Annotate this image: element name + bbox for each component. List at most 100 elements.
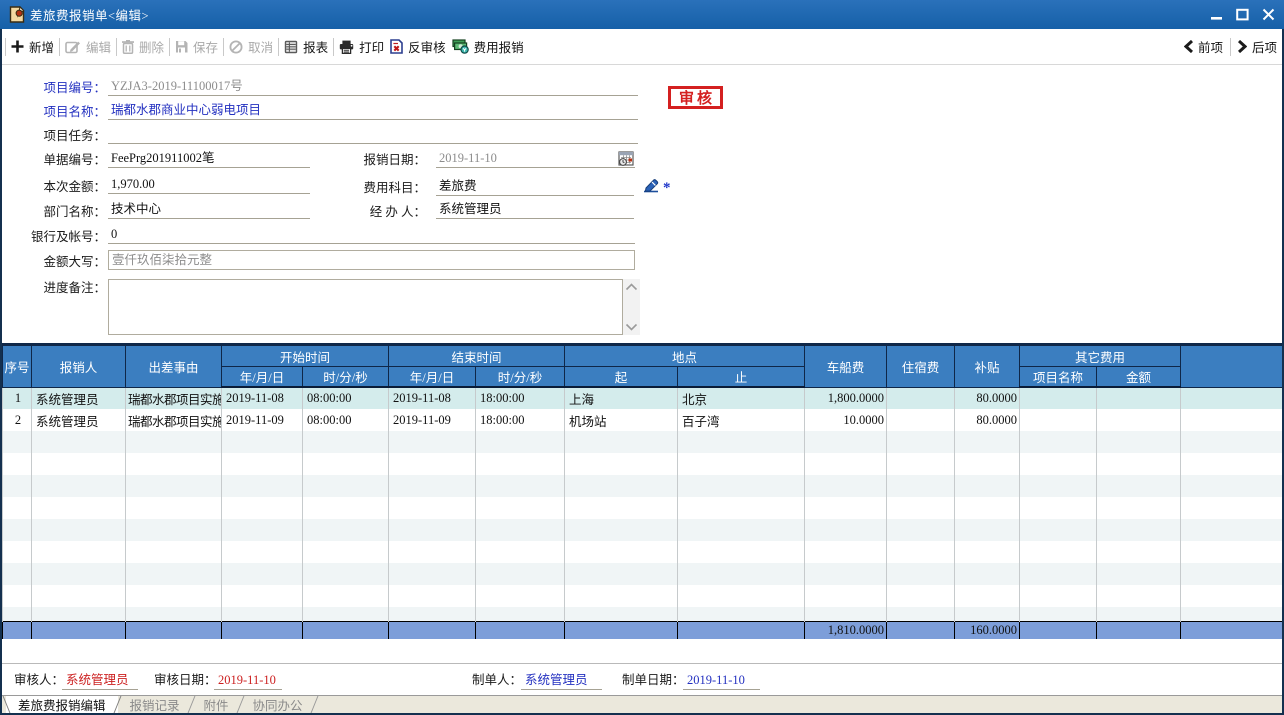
subject-field[interactable]: 差旅费 [436,179,634,196]
scroll-down-icon[interactable] [625,323,638,331]
expense-button[interactable]: 费用报销 [449,34,527,60]
bottom-tab-strip: 差旅费报销编辑 报销记录 附件 协同办公 [0,695,1284,715]
col-reason[interactable]: 出差事由 [126,346,222,388]
tab-collaboration[interactable]: 协同办公 [241,696,315,713]
col-seq[interactable]: 序号 [3,346,32,388]
project-task-field[interactable] [108,127,638,144]
doc-no-field[interactable]: FeePrg201911002笔 [108,151,310,168]
auditor-value: 系统管理员 [62,673,138,690]
col-other-name[interactable]: 项目名称 [1020,367,1097,388]
toolbar-separator [1230,38,1231,56]
project-no-field[interactable]: YZJA3-2019-11100017号 [108,79,638,96]
grid-footer-gap [0,639,1284,663]
scroll-up-icon[interactable] [625,283,638,291]
plus-icon [11,40,24,53]
trash-icon [122,40,134,54]
prev-item-button[interactable]: 前项 [1179,34,1228,60]
empty-row[interactable] [3,497,1283,519]
department-field[interactable]: 技术中心 [108,202,310,219]
edit-button[interactable]: 编辑 [62,34,114,60]
col-hotel[interactable]: 住宿费 [887,346,955,388]
tab-expense-records[interactable]: 报销记录 [118,696,192,713]
print-button[interactable]: 打印 [336,34,387,60]
toolbar-separator [169,38,170,56]
title-bar: 差旅费报销单<编辑> [0,0,1284,29]
empty-row[interactable] [3,541,1283,563]
amount-label: 本次金额： [20,179,106,195]
note-scrollbar[interactable] [623,279,640,335]
empty-row[interactable] [3,563,1283,585]
total-fare: 1,810.0000 [805,621,887,639]
tab-expense-edit[interactable]: 差旅费报销编辑 [6,696,118,713]
progress-note-field[interactable] [108,279,623,335]
bank-account-field[interactable]: 0 [108,227,635,244]
expense-row[interactable]: 2 系统管理员 瑞都水郡项目实施 2019-11-09 08:00:00 201… [3,409,1283,431]
col-allowance[interactable]: 补贴 [955,346,1020,388]
project-task-label: 项目任务： [20,128,106,144]
toolbar-separator [116,38,117,56]
save-button[interactable]: 保存 [172,34,221,60]
cancel-icon [229,40,243,54]
tab-attachments[interactable]: 附件 [192,696,241,713]
project-no-label: 项目编号： [20,80,106,96]
col-start-date[interactable]: 年/月/日 [222,367,303,388]
col-to[interactable]: 止 [678,367,805,388]
report-icon [284,40,298,54]
expense-row[interactable]: 1 系统管理员 瑞都水郡项目实施 2019-11-08 08:00:00 201… [3,387,1283,409]
chevron-right-icon [1238,40,1247,53]
empty-row[interactable] [3,585,1283,607]
eraser-icon[interactable] [642,177,660,194]
expense-date-field[interactable]: 2019-11-10 [436,151,635,168]
empty-row[interactable] [3,431,1283,453]
audit-date-value: 2019-11-10 [214,673,282,690]
create-date-label: 制单日期： [622,673,685,687]
create-date-value: 2019-11-10 [683,673,760,690]
project-name-field[interactable]: 瑞都水郡商业中心弱电项目 [108,103,638,120]
col-end-date[interactable]: 年/月/日 [389,367,476,388]
maximize-button[interactable] [1234,7,1250,23]
col-other-amount[interactable]: 金额 [1097,367,1181,388]
col-from[interactable]: 起 [565,367,678,388]
empty-row[interactable] [3,607,1283,621]
col-fare[interactable]: 车船费 [805,346,887,388]
col-other[interactable]: 其它费用 [1020,346,1181,367]
delete-button[interactable]: 删除 [119,34,167,60]
col-place[interactable]: 地点 [565,346,805,367]
amount-field[interactable]: 1,970.00 [108,177,310,194]
audited-stamp: 审核 [668,86,723,109]
bank-account-label: 银行及帐号： [8,229,106,245]
cancel-button[interactable]: 取消 [226,34,276,60]
col-end-clock[interactable]: 时/分/秒 [476,367,565,388]
report-button[interactable]: 报表 [281,34,331,60]
audit-date-label: 审核日期： [154,673,217,687]
window-title: 差旅费报销单<编辑> [30,5,149,24]
new-button[interactable]: 新增 [8,34,57,60]
toolbar-separator [333,38,334,56]
amount-words-field[interactable]: 壹仟玖佰柒拾元整 [108,250,635,270]
calendar-icon[interactable] [618,150,635,167]
col-start-time[interactable]: 开始时间 [222,346,389,367]
col-end-time[interactable]: 结束时间 [389,346,565,367]
next-item-button[interactable]: 后项 [1233,34,1282,60]
creator-label: 制单人： [472,673,522,687]
minimize-button[interactable] [1208,7,1224,23]
toolbar-separator [5,38,6,56]
handler-field[interactable]: 系统管理员 [436,202,634,219]
empty-row[interactable] [3,475,1283,497]
empty-row[interactable] [3,453,1283,475]
required-asterisk: * [663,180,671,197]
close-button[interactable] [1260,7,1276,23]
expense-date-label: 报销日期： [340,152,426,168]
col-start-clock[interactable]: 时/分/秒 [303,367,389,388]
app-window: 差旅费报销单<编辑> 新增 编辑 [0,0,1284,715]
reverse-audit-button[interactable]: 反审核 [387,34,449,60]
expense-icon [452,39,469,54]
empty-row[interactable] [3,519,1283,541]
department-label: 部门名称： [20,204,106,220]
progress-note-label: 进度备注： [20,280,106,296]
grid-header-row-1: 序号 报销人 出差事由 开始时间 结束时间 地点 车船费 住宿费 补贴 其它费用 [3,346,1283,367]
handler-label: 经 办 人： [340,204,426,220]
col-reporter[interactable]: 报销人 [32,346,126,388]
document-icon [9,6,25,23]
subject-label: 费用科目： [340,180,426,196]
